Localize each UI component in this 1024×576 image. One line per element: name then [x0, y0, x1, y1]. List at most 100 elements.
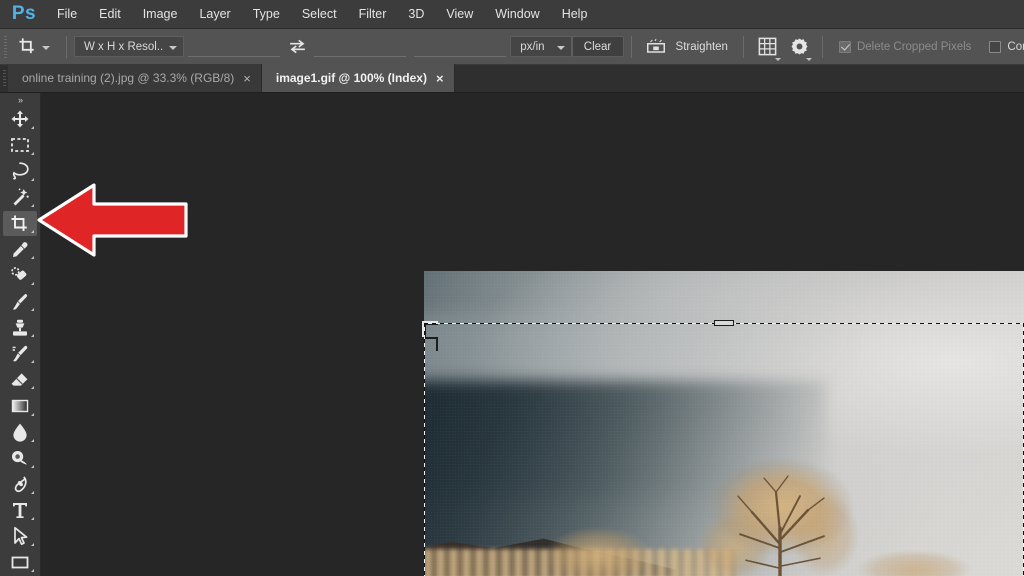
magic-wand-tool-icon	[13, 188, 29, 206]
delete-cropped-pixels-checkbox[interactable]	[838, 40, 851, 53]
menu-view[interactable]: View	[435, 2, 484, 26]
blur-tool-icon	[13, 423, 27, 442]
crop-resolution-input[interactable]	[414, 36, 507, 57]
tool-flyout-indicator	[31, 125, 34, 129]
document-tab-online-training[interactable]: online training (2).jpg @ 33.3% (RGB/8) …	[8, 64, 262, 92]
clone-stamp-tool-icon	[13, 319, 27, 336]
tool-blur[interactable]	[3, 420, 37, 445]
swap-dimensions-icon	[289, 39, 305, 54]
tool-flyout-indicator	[31, 542, 34, 546]
pen-tool-icon	[14, 476, 27, 493]
resolution-unit-value: px/in	[520, 40, 545, 53]
content-aware-checkbox[interactable]	[989, 40, 1002, 53]
tool-brush[interactable]	[3, 289, 37, 314]
menu-select[interactable]: Select	[291, 2, 348, 26]
crop-ratio-chevron-down-icon	[169, 45, 178, 50]
close-icon[interactable]: ×	[436, 72, 444, 85]
document-tab-title: image1.gif @ 100% (Index)	[275, 71, 427, 85]
dodge-tool-icon	[12, 451, 27, 465]
path-selection-tool-icon	[14, 527, 28, 546]
lasso-tool-icon	[12, 162, 29, 180]
gradient-tool-icon	[11, 399, 29, 413]
healing-brush-tool-icon	[11, 266, 27, 280]
eraser-tool-icon	[11, 373, 28, 386]
crop-overlay-button[interactable]	[751, 34, 784, 61]
red-arrow-annotation	[36, 176, 191, 264]
document-tab-bar: online training (2).jpg @ 33.3% (RGB/8) …	[0, 64, 1024, 93]
tool-rectangle-shape[interactable]	[3, 550, 37, 575]
tool-pen[interactable]	[3, 472, 37, 497]
crop-settings-button[interactable]	[784, 34, 815, 61]
straighten-icon	[646, 38, 665, 53]
tool-eyedropper[interactable]	[3, 237, 37, 262]
tool-dodge[interactable]	[3, 446, 37, 471]
crop-settings-chevron-down-icon	[805, 57, 812, 61]
tool-path-selection[interactable]	[3, 524, 37, 549]
menu-edit[interactable]: Edit	[88, 2, 132, 26]
tool-clone-stamp[interactable]	[3, 315, 37, 340]
document-tab-image1[interactable]: image1.gif @ 100% (Index) ×	[261, 64, 455, 92]
tool-crop[interactable]	[3, 211, 37, 237]
swap-dimensions-button[interactable]	[284, 36, 310, 58]
tool-flyout-indicator	[31, 230, 34, 234]
delete-cropped-pixels-row[interactable]: Delete Cropped Pixels	[830, 40, 980, 53]
menu-file[interactable]: File	[46, 2, 88, 26]
content-aware-row[interactable]: Content-Aware	[980, 40, 1024, 53]
tool-flyout-indicator	[31, 568, 34, 572]
options-separator-1	[66, 35, 67, 58]
tool-flyout-indicator	[31, 490, 34, 494]
tool-move[interactable]	[3, 107, 37, 132]
close-icon[interactable]: ×	[243, 72, 251, 85]
expand-toolbar-icon[interactable]: »	[0, 93, 41, 107]
menu-layer[interactable]: Layer	[188, 2, 241, 26]
tool-rectangular-marquee[interactable]	[3, 133, 37, 158]
photoshop-logo: Ps	[11, 3, 37, 24]
straighten-label[interactable]: Straighten	[673, 41, 736, 53]
options-separator-4	[821, 35, 823, 58]
menu-image[interactable]: Image	[132, 2, 189, 26]
active-tool-preview[interactable]	[11, 29, 59, 65]
options-bar-gripper[interactable]	[0, 29, 11, 65]
tool-preset-chevron-down-icon[interactable]	[42, 45, 50, 50]
crop-height-input[interactable]	[314, 36, 407, 57]
tool-type[interactable]	[3, 498, 37, 523]
menu-window[interactable]: Window	[484, 2, 550, 26]
tool-healing-brush[interactable]	[3, 263, 37, 288]
tool-flyout-indicator	[31, 282, 34, 286]
resolution-unit-chevron-down-icon	[556, 45, 565, 50]
tool-eraser[interactable]	[3, 367, 37, 392]
crop-width-input[interactable]	[188, 36, 281, 57]
crop-overlay-chevron-down-icon	[774, 57, 781, 61]
tab-bar-gripper[interactable]	[0, 64, 8, 92]
tool-flyout-indicator	[31, 438, 34, 442]
resolution-unit-select[interactable]: px/in	[510, 36, 572, 57]
tool-magic-wand[interactable]	[3, 185, 37, 210]
canvas-area[interactable]	[41, 93, 1024, 576]
menu-filter[interactable]: Filter	[348, 2, 398, 26]
delete-cropped-pixels-label: Delete Cropped Pixels	[856, 40, 972, 53]
menu-3d[interactable]: 3D	[397, 2, 435, 26]
tool-flyout-indicator	[31, 308, 34, 312]
straighten-button[interactable]	[639, 34, 673, 60]
clear-button[interactable]: Clear	[571, 36, 624, 57]
grid-overlay-icon	[758, 37, 777, 56]
image-grain-overlay	[424, 271, 1024, 576]
tool-lasso[interactable]	[3, 159, 37, 184]
crop-tool-icon	[11, 215, 27, 231]
tool-flyout-indicator	[31, 360, 34, 364]
rectangular-marquee-tool-icon	[11, 138, 29, 153]
tool-flyout-indicator	[31, 256, 34, 260]
history-brush-tool-icon	[12, 345, 28, 362]
gear-icon	[791, 38, 808, 55]
tool-gradient[interactable]	[3, 393, 37, 418]
menu-type[interactable]: Type	[242, 2, 291, 26]
photoshop-window: Ps File Edit Image Layer Type Select Fil…	[0, 0, 1024, 576]
tool-history-brush[interactable]	[3, 341, 37, 366]
tool-flyout-indicator	[31, 204, 34, 207]
document-image[interactable]	[424, 271, 1024, 576]
tool-flyout-indicator	[31, 151, 34, 155]
crop-ratio-select[interactable]: W x H x Resol..	[74, 36, 185, 57]
menu-help[interactable]: Help	[551, 2, 599, 26]
tool-flyout-indicator	[31, 464, 34, 468]
document-tab-title: online training (2).jpg @ 33.3% (RGB/8)	[22, 71, 235, 85]
